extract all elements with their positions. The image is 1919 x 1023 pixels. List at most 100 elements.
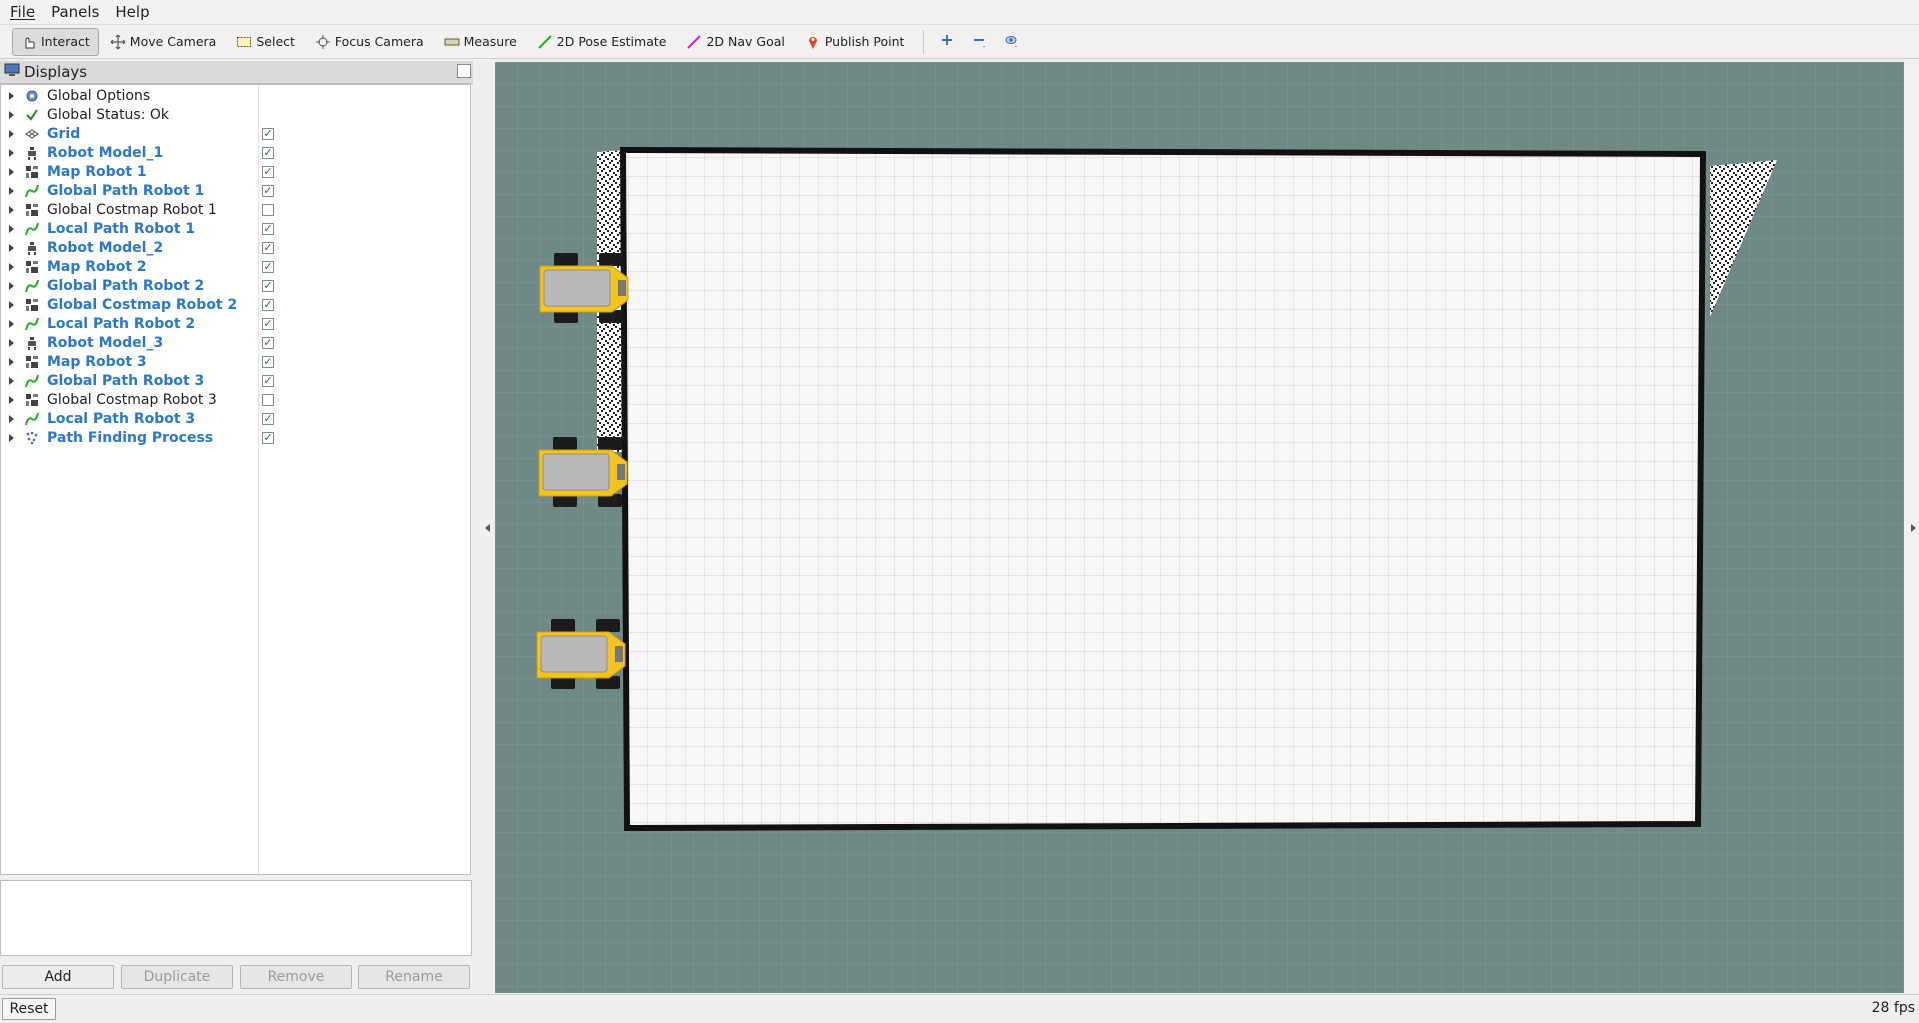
3d-viewport[interactable] — [495, 62, 1904, 993]
display-enabled-checkbox[interactable]: ✓ — [262, 412, 274, 425]
display-item-global-costmap-robot-1[interactable]: Global Costmap Robot 1 — [1, 200, 470, 219]
expand-arrow-icon[interactable] — [9, 357, 14, 366]
camera-view-button[interactable] — [996, 28, 1026, 56]
display-item-local-path-robot-3[interactable]: Local Path Robot 3 ✓ — [1, 409, 470, 428]
tool-measure[interactable]: Measure — [435, 28, 526, 56]
display-enabled-checkbox[interactable] — [262, 393, 274, 406]
display-enabled-checkbox[interactable]: ✓ — [262, 165, 274, 178]
display-item-local-path-robot-2[interactable]: Local Path Robot 2 ✓ — [1, 314, 470, 333]
display-enabled-checkbox[interactable]: ✓ — [262, 184, 274, 197]
nav-goal-icon — [686, 34, 702, 50]
display-item-label: Global Status: Ok — [47, 106, 170, 123]
displays-title: Displays — [24, 63, 88, 81]
expand-arrow-icon[interactable] — [9, 376, 14, 385]
expand-arrow-icon[interactable] — [9, 300, 14, 309]
rename-button[interactable]: Rename — [358, 965, 470, 989]
display-item-grid[interactable]: Grid ✓ — [1, 124, 470, 143]
display-item-global-costmap-robot-2[interactable]: Global Costmap Robot 2 ✓ — [1, 295, 470, 314]
display-item-map-robot-3[interactable]: Map Robot 3 ✓ — [1, 352, 470, 371]
tool-2d-pose-estimate[interactable]: 2D Pose Estimate — [528, 28, 676, 56]
expand-arrow-icon[interactable] — [9, 91, 14, 100]
expand-arrow-icon[interactable] — [9, 110, 14, 119]
expand-arrow-icon[interactable] — [9, 281, 14, 290]
display-item-label: Global Path Robot 3 — [47, 372, 205, 389]
display-item-robot-model-3[interactable]: Robot Model_3 ✓ — [1, 333, 470, 352]
display-item-robot-model-2[interactable]: Robot Model_2 ✓ — [1, 238, 470, 257]
display-enabled-checkbox[interactable]: ✓ — [262, 298, 274, 311]
collapse-left-icon[interactable] — [485, 524, 490, 532]
robot-model-icon — [24, 240, 40, 256]
display-enabled-checkbox[interactable]: ✓ — [262, 260, 274, 273]
display-item-path-finding-process[interactable]: Path Finding Process ✓ — [1, 428, 470, 447]
expand-arrow-icon[interactable] — [9, 224, 14, 233]
remove-button[interactable]: Remove — [240, 965, 352, 989]
display-enabled-checkbox[interactable]: ✓ — [262, 127, 274, 140]
display-enabled-checkbox[interactable]: ✓ — [262, 431, 274, 444]
menu-help[interactable]: Help — [105, 3, 155, 21]
display-enabled-checkbox[interactable]: ✓ — [262, 336, 274, 349]
expand-arrow-icon[interactable] — [9, 395, 14, 404]
displays-tree: Global Options Global Status: Ok Grid ✓ Robo… — [0, 84, 471, 875]
tool-select-label: Select — [256, 34, 295, 49]
tool-move-camera[interactable]: Move Camera — [101, 28, 226, 56]
display-item-local-path-robot-1[interactable]: Local Path Robot 1 ✓ — [1, 219, 470, 238]
tool-2d-nav-goal[interactable]: 2D Nav Goal — [677, 28, 793, 56]
robot-wheel — [596, 619, 620, 632]
display-item-global-status-ok[interactable]: Global Status: Ok — [1, 105, 470, 124]
tool-move-camera-label: Move Camera — [129, 34, 217, 49]
expand-arrow-icon[interactable] — [9, 338, 14, 347]
duplicate-button[interactable]: Duplicate — [121, 965, 233, 989]
expand-arrow-icon[interactable] — [9, 262, 14, 271]
path-icon — [24, 221, 40, 237]
display-item-global-path-robot-3[interactable]: Global Path Robot 3 ✓ — [1, 371, 470, 390]
expand-arrow-icon[interactable] — [9, 148, 14, 157]
expand-arrow-icon[interactable] — [9, 433, 14, 442]
display-item-global-path-robot-1[interactable]: Global Path Robot 1 ✓ — [1, 181, 470, 200]
remove-tool-button[interactable] — [964, 28, 994, 56]
display-enabled-checkbox[interactable]: ✓ — [262, 355, 274, 368]
collapse-right-icon[interactable] — [1911, 524, 1916, 532]
undock-button[interactable] — [457, 64, 471, 78]
checkmark-icon — [24, 107, 40, 123]
tool-select[interactable]: Select — [227, 28, 304, 56]
display-enabled-checkbox[interactable]: ✓ — [262, 241, 274, 254]
display-enabled-checkbox[interactable]: ✓ — [262, 222, 274, 235]
display-enabled-checkbox[interactable]: ✓ — [262, 146, 274, 159]
expand-arrow-icon[interactable] — [9, 129, 14, 138]
menu-bar: File Panels Help — [0, 0, 1919, 25]
display-item-label: Robot Model_3 — [47, 334, 164, 351]
display-item-label: Local Path Robot 3 — [47, 410, 196, 427]
path-icon — [24, 411, 40, 427]
robot-top-plate — [543, 269, 611, 307]
display-item-label: Global Costmap Robot 3 — [47, 391, 217, 408]
display-item-map-robot-2[interactable]: Map Robot 2 ✓ — [1, 257, 470, 276]
menu-file[interactable]: File — [0, 3, 41, 21]
status-bar: Reset 28 fps — [0, 994, 1919, 1023]
expand-arrow-icon[interactable] — [9, 186, 14, 195]
display-item-global-costmap-robot-3[interactable]: Global Costmap Robot 3 — [1, 390, 470, 409]
display-enabled-checkbox[interactable]: ✓ — [262, 374, 274, 387]
tool-2d-nav-goal-label: 2D Nav Goal — [706, 34, 785, 49]
path-icon — [24, 278, 40, 294]
measure-icon — [444, 34, 460, 50]
display-item-global-path-robot-2[interactable]: Global Path Robot 2 ✓ — [1, 276, 470, 295]
expand-arrow-icon[interactable] — [9, 414, 14, 423]
display-enabled-checkbox[interactable]: ✓ — [262, 279, 274, 292]
add-tool-button[interactable] — [932, 28, 962, 56]
expand-arrow-icon[interactable] — [9, 243, 14, 252]
expand-arrow-icon[interactable] — [9, 319, 14, 328]
display-enabled-checkbox[interactable] — [262, 203, 274, 216]
expand-arrow-icon[interactable] — [9, 167, 14, 176]
display-item-map-robot-1[interactable]: Map Robot 1 ✓ — [1, 162, 470, 181]
expand-arrow-icon[interactable] — [9, 205, 14, 214]
tool-publish-point[interactable]: Publish Point — [796, 28, 914, 56]
add-button[interactable]: Add — [2, 965, 114, 989]
display-item-robot-model-1[interactable]: Robot Model_1 ✓ — [1, 143, 470, 162]
toolbar-separator — [923, 29, 925, 54]
display-enabled-checkbox[interactable]: ✓ — [262, 317, 274, 330]
tool-focus-camera[interactable]: Focus Camera — [306, 28, 433, 56]
display-item-global-options[interactable]: Global Options — [1, 86, 470, 105]
reset-button[interactable]: Reset — [2, 998, 56, 1020]
tool-interact[interactable]: Interact — [12, 27, 99, 56]
menu-panels[interactable]: Panels — [41, 3, 105, 21]
